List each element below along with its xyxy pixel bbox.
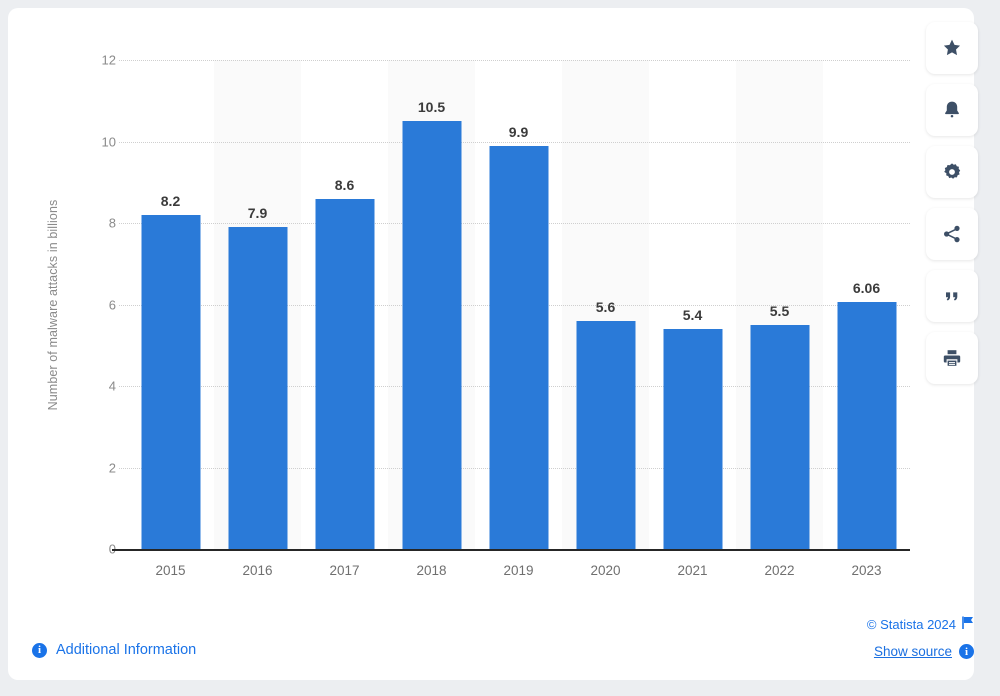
info-icon: i xyxy=(959,644,974,659)
y-tick-label: 2 xyxy=(108,460,116,475)
bar-value-label: 8.2 xyxy=(160,192,181,209)
y-tick-label: 6 xyxy=(108,297,116,312)
bar-series: 8.2 7.9 8.6 10.5 9.9 5.6 5.4 5.5 6.06 xyxy=(127,60,910,549)
quote-icon xyxy=(942,286,962,306)
plot-area: 8.2 7.9 8.6 10.5 9.9 5.6 5.4 5.5 6.06 xyxy=(119,60,910,549)
bar-value-label: 5.4 xyxy=(682,306,703,323)
bar-slot: 8.6 xyxy=(301,60,388,549)
x-tick-label: 2023 xyxy=(851,563,882,578)
gear-icon xyxy=(942,162,962,182)
bar-slot: 8.2 xyxy=(127,60,214,549)
favorite-button[interactable] xyxy=(926,22,978,74)
info-icon: i xyxy=(32,642,47,658)
notification-button[interactable] xyxy=(926,84,978,136)
bell-icon xyxy=(942,100,962,120)
bar-slot: 7.9 xyxy=(214,60,301,549)
x-tick-label: 2015 xyxy=(155,563,186,578)
bar-value-label: 5.6 xyxy=(595,298,616,315)
x-axis-tick-labels: 2015 2016 2017 2018 2019 2020 2021 2022 2023 xyxy=(127,563,910,578)
bar-value-label: 5.5 xyxy=(769,302,790,319)
bar-slot: 5.6 xyxy=(562,60,649,549)
y-tick-label: 10 xyxy=(101,134,116,149)
bar[interactable] xyxy=(837,302,896,549)
bar-slot: 6.06 xyxy=(823,60,910,549)
bar[interactable] xyxy=(228,227,287,549)
x-axis-line xyxy=(112,549,910,551)
x-tick-label: 2016 xyxy=(242,563,273,578)
bar-value-label: 6.06 xyxy=(852,280,881,297)
settings-button[interactable] xyxy=(926,146,978,198)
bar-slot: 9.9 xyxy=(475,60,562,549)
x-tick-label: 2019 xyxy=(503,563,534,578)
star-icon xyxy=(942,38,962,58)
action-toolbar xyxy=(926,22,978,384)
y-tick-label: 4 xyxy=(108,378,116,394)
copyright: © Statista 2024 xyxy=(828,616,974,632)
y-axis-tick-labels: 0 2 4 6 8 10 12 xyxy=(8,53,116,557)
additional-information-label: Additional Information xyxy=(56,642,197,658)
print-button[interactable] xyxy=(926,332,978,384)
bar[interactable] xyxy=(141,214,200,549)
bar[interactable] xyxy=(663,328,722,549)
bar-value-label: 8.6 xyxy=(334,176,355,193)
bar-slot: 10.5 xyxy=(388,60,475,549)
bar-value-label: 10.5 xyxy=(417,99,446,116)
bar-value-label: 7.9 xyxy=(247,205,268,222)
additional-information-link[interactable]: i Additional Information xyxy=(32,642,196,658)
cite-button[interactable] xyxy=(926,270,978,322)
bar[interactable] xyxy=(576,320,635,549)
bar-slot: 5.4 xyxy=(649,60,736,549)
x-tick-label: 2021 xyxy=(677,563,708,578)
bar[interactable] xyxy=(402,121,461,549)
show-source-link[interactable]: Show source i xyxy=(798,644,974,659)
bar-chart: Number of malware attacks in billions 02… xyxy=(8,8,974,608)
bar[interactable] xyxy=(750,324,809,549)
show-source-label: Show source xyxy=(873,644,952,659)
statista-chart-page: Number of malware attacks in billions 02… xyxy=(0,0,1000,696)
bar[interactable] xyxy=(489,145,548,549)
y-tick-label: 0 xyxy=(16,542,116,557)
y-tick-label: 8 xyxy=(108,215,116,231)
flag-icon xyxy=(962,616,974,632)
print-icon xyxy=(942,348,962,368)
share-button[interactable] xyxy=(926,208,978,260)
bar-value-label: 9.9 xyxy=(508,123,529,140)
share-icon xyxy=(942,224,962,244)
copyright-text: © Statista 2024 xyxy=(866,616,956,632)
x-tick-label: 2020 xyxy=(590,563,621,578)
bar-slot: 5.5 xyxy=(736,60,823,549)
x-tick-label: 2022 xyxy=(764,563,795,578)
bar[interactable] xyxy=(315,198,374,549)
y-tick-label: 12 xyxy=(101,52,116,68)
x-tick-label: 2017 xyxy=(329,563,360,578)
chart-card: Number of malware attacks in billions 02… xyxy=(8,8,974,680)
x-tick-label: 2018 xyxy=(416,563,447,578)
